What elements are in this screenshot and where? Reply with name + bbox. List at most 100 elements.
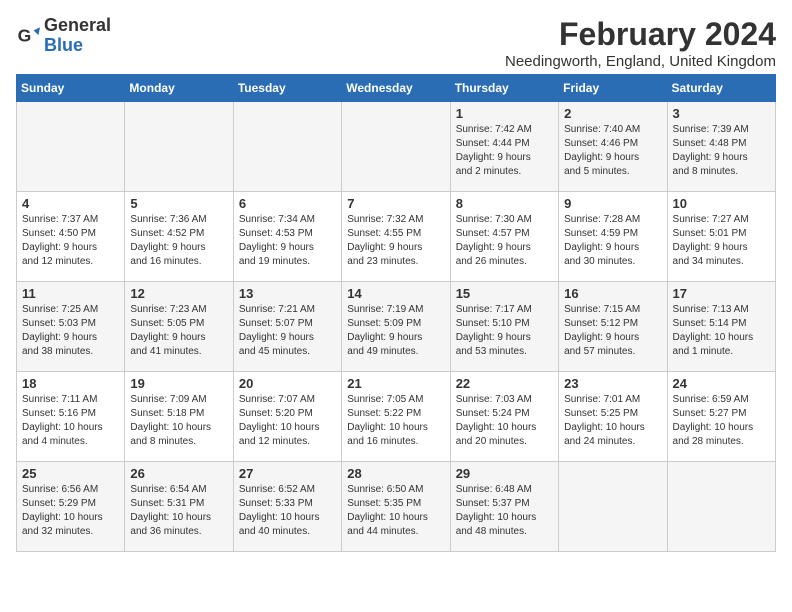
day-number: 15 (456, 286, 553, 301)
calendar-cell: 12 Sunrise: 7:23 AM Sunset: 5:05 PM Dayli… (125, 282, 233, 372)
svg-text:G: G (18, 25, 32, 45)
calendar-week-4: 18 Sunrise: 7:11 AM Sunset: 5:16 PM Dayli… (17, 372, 776, 462)
day-info: Sunrise: 7:19 AM Sunset: 5:09 PM Dayligh… (347, 303, 444, 359)
page-header: G General Blue February 2024 Needingwort… (16, 16, 776, 70)
day-info: Sunrise: 7:25 AM Sunset: 5:03 PM Dayligh… (22, 303, 119, 359)
day-number: 24 (673, 376, 770, 391)
day-info: Sunrise: 7:32 AM Sunset: 4:55 PM Dayligh… (347, 213, 444, 269)
calendar-cell: 27 Sunrise: 6:52 AM Sunset: 5:33 PM Dayli… (233, 462, 341, 552)
header-friday: Friday (559, 75, 667, 102)
day-number: 17 (673, 286, 770, 301)
day-number: 22 (456, 376, 553, 391)
calendar-cell: 15 Sunrise: 7:17 AM Sunset: 5:10 PM Dayli… (450, 282, 558, 372)
calendar-cell: 28 Sunrise: 6:50 AM Sunset: 5:35 PM Dayli… (342, 462, 450, 552)
day-info: Sunrise: 6:56 AM Sunset: 5:29 PM Dayligh… (22, 483, 119, 539)
calendar-cell: 11 Sunrise: 7:25 AM Sunset: 5:03 PM Dayli… (17, 282, 125, 372)
calendar-week-2: 4 Sunrise: 7:37 AM Sunset: 4:50 PM Daylig… (17, 192, 776, 282)
calendar-cell: 19Sunrise: 7:09 AM Sunset: 5:18 PM Dayli… (125, 372, 233, 462)
day-info: Sunrise: 7:28 AM Sunset: 4:59 PM Dayligh… (564, 213, 661, 269)
header-thursday: Thursday (450, 75, 558, 102)
logo-icon: G (16, 24, 40, 48)
day-info: Sunrise: 7:01 AM Sunset: 5:25 PM Dayligh… (564, 393, 661, 449)
day-number: 26 (130, 466, 227, 481)
calendar-cell: 21Sunrise: 7:05 AM Sunset: 5:22 PM Dayli… (342, 372, 450, 462)
day-info: Sunrise: 7:27 AM Sunset: 5:01 PM Dayligh… (673, 213, 770, 269)
calendar-cell: 1Sunrise: 7:42 AM Sunset: 4:44 PM Daylig… (450, 102, 558, 192)
month-title: February 2024 (505, 16, 776, 53)
day-info: Sunrise: 6:59 AM Sunset: 5:27 PM Dayligh… (673, 393, 770, 449)
header-wednesday: Wednesday (342, 75, 450, 102)
day-number: 18 (22, 376, 119, 391)
day-number: 4 (22, 196, 119, 211)
calendar-cell: 9Sunrise: 7:28 AM Sunset: 4:59 PM Daylig… (559, 192, 667, 282)
day-number: 27 (239, 466, 336, 481)
calendar-table: SundayMondayTuesdayWednesdayThursdayFrid… (16, 74, 776, 552)
day-info: Sunrise: 7:17 AM Sunset: 5:10 PM Dayligh… (456, 303, 553, 359)
calendar-cell (342, 102, 450, 192)
location: Needingworth, England, United Kingdom (505, 53, 776, 70)
day-info: Sunrise: 7:15 AM Sunset: 5:12 PM Dayligh… (564, 303, 661, 359)
logo-line2: Blue (44, 36, 111, 56)
calendar-cell (667, 462, 775, 552)
day-info: Sunrise: 7:03 AM Sunset: 5:24 PM Dayligh… (456, 393, 553, 449)
day-number: 29 (456, 466, 553, 481)
day-info: Sunrise: 7:13 AM Sunset: 5:14 PM Dayligh… (673, 303, 770, 359)
calendar-cell: 14 Sunrise: 7:19 AM Sunset: 5:09 PM Dayli… (342, 282, 450, 372)
calendar-header-row: SundayMondayTuesdayWednesdayThursdayFrid… (17, 75, 776, 102)
day-number: 13 (239, 286, 336, 301)
calendar-week-3: 11 Sunrise: 7:25 AM Sunset: 5:03 PM Dayli… (17, 282, 776, 372)
calendar-cell: 22 Sunrise: 7:03 AM Sunset: 5:24 PM Dayli… (450, 372, 558, 462)
day-info: Sunrise: 7:37 AM Sunset: 4:50 PM Dayligh… (22, 213, 119, 269)
day-info: Sunrise: 6:50 AM Sunset: 5:35 PM Dayligh… (347, 483, 444, 539)
day-info: Sunrise: 7:07 AM Sunset: 5:20 PM Dayligh… (239, 393, 336, 449)
day-number: 14 (347, 286, 444, 301)
day-number: 7 (347, 196, 444, 211)
calendar-cell: 18 Sunrise: 7:11 AM Sunset: 5:16 PM Dayli… (17, 372, 125, 462)
calendar-cell: 23 Sunrise: 7:01 AM Sunset: 5:25 PM Dayli… (559, 372, 667, 462)
day-number: 2 (564, 106, 661, 121)
calendar-cell: 5 Sunrise: 7:36 AM Sunset: 4:52 PM Daylig… (125, 192, 233, 282)
day-number: 1 (456, 106, 553, 121)
day-info: Sunrise: 7:09 AM Sunset: 5:18 PM Dayligh… (130, 393, 227, 449)
day-number: 11 (22, 286, 119, 301)
day-number: 5 (130, 196, 227, 211)
day-number: 3 (673, 106, 770, 121)
title-block: February 2024 Needingworth, England, Uni… (505, 16, 776, 70)
day-number: 25 (22, 466, 119, 481)
day-info: Sunrise: 7:23 AM Sunset: 5:05 PM Dayligh… (130, 303, 227, 359)
day-number: 16 (564, 286, 661, 301)
calendar-cell: 29 Sunrise: 6:48 AM Sunset: 5:37 PM Dayli… (450, 462, 558, 552)
calendar-week-1: 1Sunrise: 7:42 AM Sunset: 4:44 PM Daylig… (17, 102, 776, 192)
calendar-cell (233, 102, 341, 192)
calendar-cell (559, 462, 667, 552)
day-info: Sunrise: 7:36 AM Sunset: 4:52 PM Dayligh… (130, 213, 227, 269)
calendar-cell: 13 Sunrise: 7:21 AM Sunset: 5:07 PM Dayli… (233, 282, 341, 372)
day-number: 23 (564, 376, 661, 391)
calendar-cell: 6Sunrise: 7:34 AM Sunset: 4:53 PM Daylig… (233, 192, 341, 282)
header-tuesday: Tuesday (233, 75, 341, 102)
day-info: Sunrise: 6:48 AM Sunset: 5:37 PM Dayligh… (456, 483, 553, 539)
day-number: 28 (347, 466, 444, 481)
calendar-cell: 3 Sunrise: 7:39 AM Sunset: 4:48 PM Daylig… (667, 102, 775, 192)
calendar-cell: 2Sunrise: 7:40 AM Sunset: 4:46 PM Daylig… (559, 102, 667, 192)
day-number: 10 (673, 196, 770, 211)
calendar-cell: 26Sunrise: 6:54 AM Sunset: 5:31 PM Dayli… (125, 462, 233, 552)
header-sunday: Sunday (17, 75, 125, 102)
day-number: 12 (130, 286, 227, 301)
calendar-cell (17, 102, 125, 192)
calendar-cell: 10 Sunrise: 7:27 AM Sunset: 5:01 PM Dayli… (667, 192, 775, 282)
calendar-cell: 24 Sunrise: 6:59 AM Sunset: 5:27 PM Dayli… (667, 372, 775, 462)
day-number: 21 (347, 376, 444, 391)
day-info: Sunrise: 7:39 AM Sunset: 4:48 PM Dayligh… (673, 123, 770, 179)
calendar-cell: 25 Sunrise: 6:56 AM Sunset: 5:29 PM Dayli… (17, 462, 125, 552)
header-monday: Monday (125, 75, 233, 102)
day-info: Sunrise: 7:30 AM Sunset: 4:57 PM Dayligh… (456, 213, 553, 269)
day-number: 8 (456, 196, 553, 211)
day-info: Sunrise: 6:52 AM Sunset: 5:33 PM Dayligh… (239, 483, 336, 539)
day-info: Sunrise: 7:11 AM Sunset: 5:16 PM Dayligh… (22, 393, 119, 449)
calendar-body: 1Sunrise: 7:42 AM Sunset: 4:44 PM Daylig… (17, 102, 776, 552)
calendar-cell: 20Sunrise: 7:07 AM Sunset: 5:20 PM Dayli… (233, 372, 341, 462)
day-info: Sunrise: 7:21 AM Sunset: 5:07 PM Dayligh… (239, 303, 336, 359)
calendar-week-5: 25 Sunrise: 6:56 AM Sunset: 5:29 PM Dayli… (17, 462, 776, 552)
calendar-cell: 16 Sunrise: 7:15 AM Sunset: 5:12 PM Dayli… (559, 282, 667, 372)
